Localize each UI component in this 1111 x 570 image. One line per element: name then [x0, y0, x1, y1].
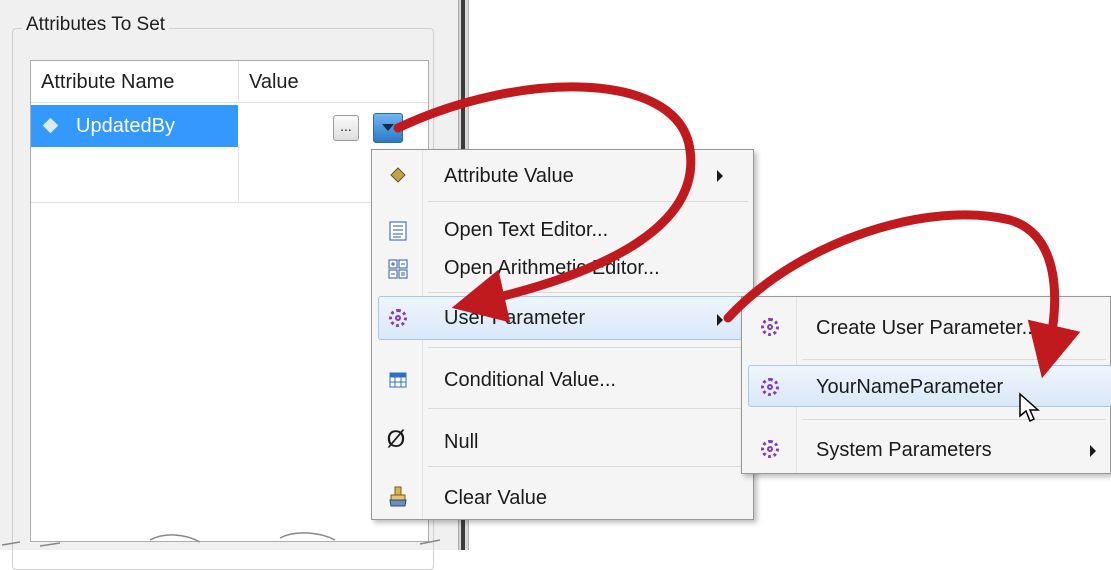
menu-item-user-parameter[interactable]: User Parameter	[372, 302, 752, 336]
menu-item-label: Open Text Editor...	[444, 219, 609, 241]
menu-item-label: Conditional Value...	[444, 369, 616, 391]
value-dropdown-button[interactable]	[373, 113, 403, 143]
menu-item-label: Null	[444, 431, 479, 453]
menu-item-attribute-value[interactable]: Attribute Value	[372, 160, 752, 194]
attribute-diamond-icon	[42, 117, 59, 134]
menu-item-label: System Parameters	[816, 439, 992, 461]
menu-item-label: Attribute Value	[444, 165, 574, 187]
row-divider	[31, 202, 428, 203]
ellipsis-button[interactable]: ...	[333, 115, 359, 141]
submenu-arrow-icon	[717, 170, 723, 182]
gear-icon	[758, 437, 782, 461]
dropdown-arrow-icon	[382, 124, 394, 131]
attributes-table: Attribute Name Value UpdatedBy	[30, 60, 429, 542]
gear-icon	[758, 315, 782, 339]
gear-icon	[758, 375, 782, 399]
value-context-menu: Attribute Value Open Text Editor... Open…	[371, 149, 754, 520]
menu-item-label: Clear Value	[444, 487, 548, 509]
menu-item-open-text-editor[interactable]: Open Text Editor...	[372, 216, 752, 246]
mouse-cursor-icon	[1019, 392, 1040, 423]
menu-item-label: User Parameter	[444, 307, 586, 329]
submenu-arrow-icon	[717, 314, 723, 326]
menu-separator	[802, 419, 1106, 420]
menu-item-label: Open Arithmetic Editor...	[444, 257, 660, 279]
menu-item-yournameparameter[interactable]: YourNameParameter	[742, 371, 1111, 405]
menu-separator	[428, 201, 748, 202]
menu-item-create-user-parameter[interactable]: Create User Parameter...	[742, 311, 1111, 345]
text-editor-icon	[386, 219, 410, 243]
menu-item-clear-value[interactable]: Clear Value	[372, 482, 752, 516]
null-icon: Ø	[386, 426, 406, 453]
group-title: Attributes To Set	[22, 14, 170, 36]
user-parameter-submenu: Create User Parameter... YourNameParamet…	[741, 296, 1111, 474]
eraser-icon	[386, 485, 410, 509]
attribute-diamond-icon	[386, 163, 410, 187]
gear-icon	[386, 306, 410, 330]
menu-item-null[interactable]: Ø Null	[372, 426, 752, 460]
table-grid-icon	[386, 368, 410, 392]
menu-separator	[428, 292, 748, 293]
column-header-attribute-name[interactable]: Attribute Name	[31, 61, 239, 103]
attribute-name-cell: UpdatedBy	[76, 115, 175, 137]
menu-item-open-arithmetic-editor[interactable]: Open Arithmetic Editor...	[372, 254, 752, 284]
menu-item-label: Create User Parameter...	[816, 317, 1039, 339]
arithmetic-editor-icon	[386, 257, 410, 281]
menu-separator	[428, 466, 748, 467]
table-row-selected[interactable]: UpdatedBy	[31, 105, 238, 147]
background-canvas-fragment	[1, 532, 441, 547]
cell-divider	[238, 147, 239, 202]
menu-item-conditional-value[interactable]: Conditional Value...	[372, 364, 752, 398]
column-header-value[interactable]: Value	[239, 61, 428, 103]
menu-separator	[428, 408, 748, 409]
submenu-arrow-icon	[1090, 445, 1096, 457]
menu-item-system-parameters[interactable]: System Parameters	[742, 433, 1111, 467]
menu-item-label: YourNameParameter	[816, 376, 1004, 398]
menu-separator	[428, 347, 748, 348]
menu-separator	[802, 359, 1106, 360]
